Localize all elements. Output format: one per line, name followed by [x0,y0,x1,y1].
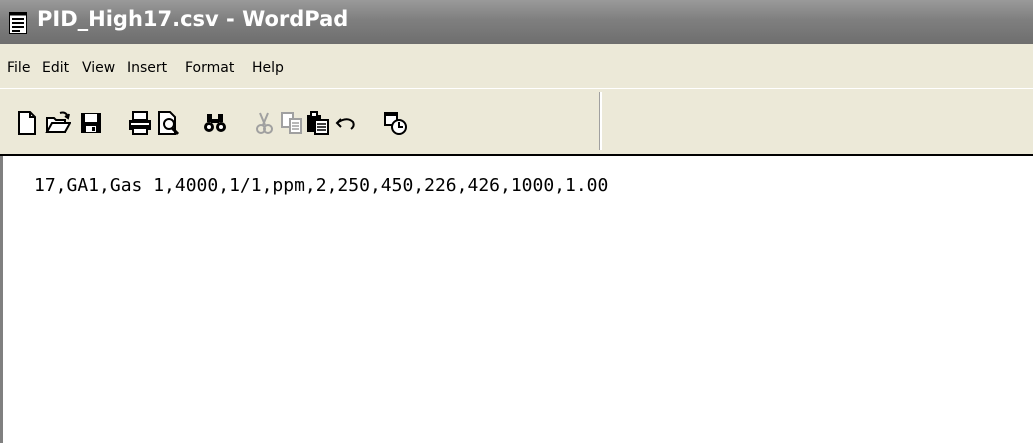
menu-file[interactable]: File [7,60,30,76]
menu-help[interactable]: Help [252,60,284,76]
copy-icon [279,110,305,136]
save-disk-icon[interactable] [78,110,104,136]
paste-icon[interactable] [305,110,331,136]
cut-scissors-icon [251,110,277,136]
menu-edit[interactable]: Edit [42,60,69,76]
print-icon[interactable] [127,110,153,136]
print-preview-icon[interactable] [156,110,182,136]
menu-view[interactable]: View [82,60,115,76]
menu-format[interactable]: Format [185,60,234,76]
document-text[interactable]: 17,GA1,Gas 1,4000,1/1,ppm,2,250,450,226,… [34,175,608,196]
menu-insert[interactable]: Insert [127,60,167,76]
insert-date-time-icon[interactable] [382,110,408,136]
window-title: PID_High17.csv - WordPad [37,7,349,31]
undo-icon[interactable] [333,110,359,136]
toolbar [0,88,1033,155]
open-folder-icon[interactable] [45,110,71,136]
toolbar-separator [599,92,602,150]
find-binoculars-icon[interactable] [202,110,228,136]
document-editor[interactable] [3,156,1033,443]
notepad-document-icon[interactable] [9,12,27,34]
new-document-icon[interactable] [14,110,40,136]
